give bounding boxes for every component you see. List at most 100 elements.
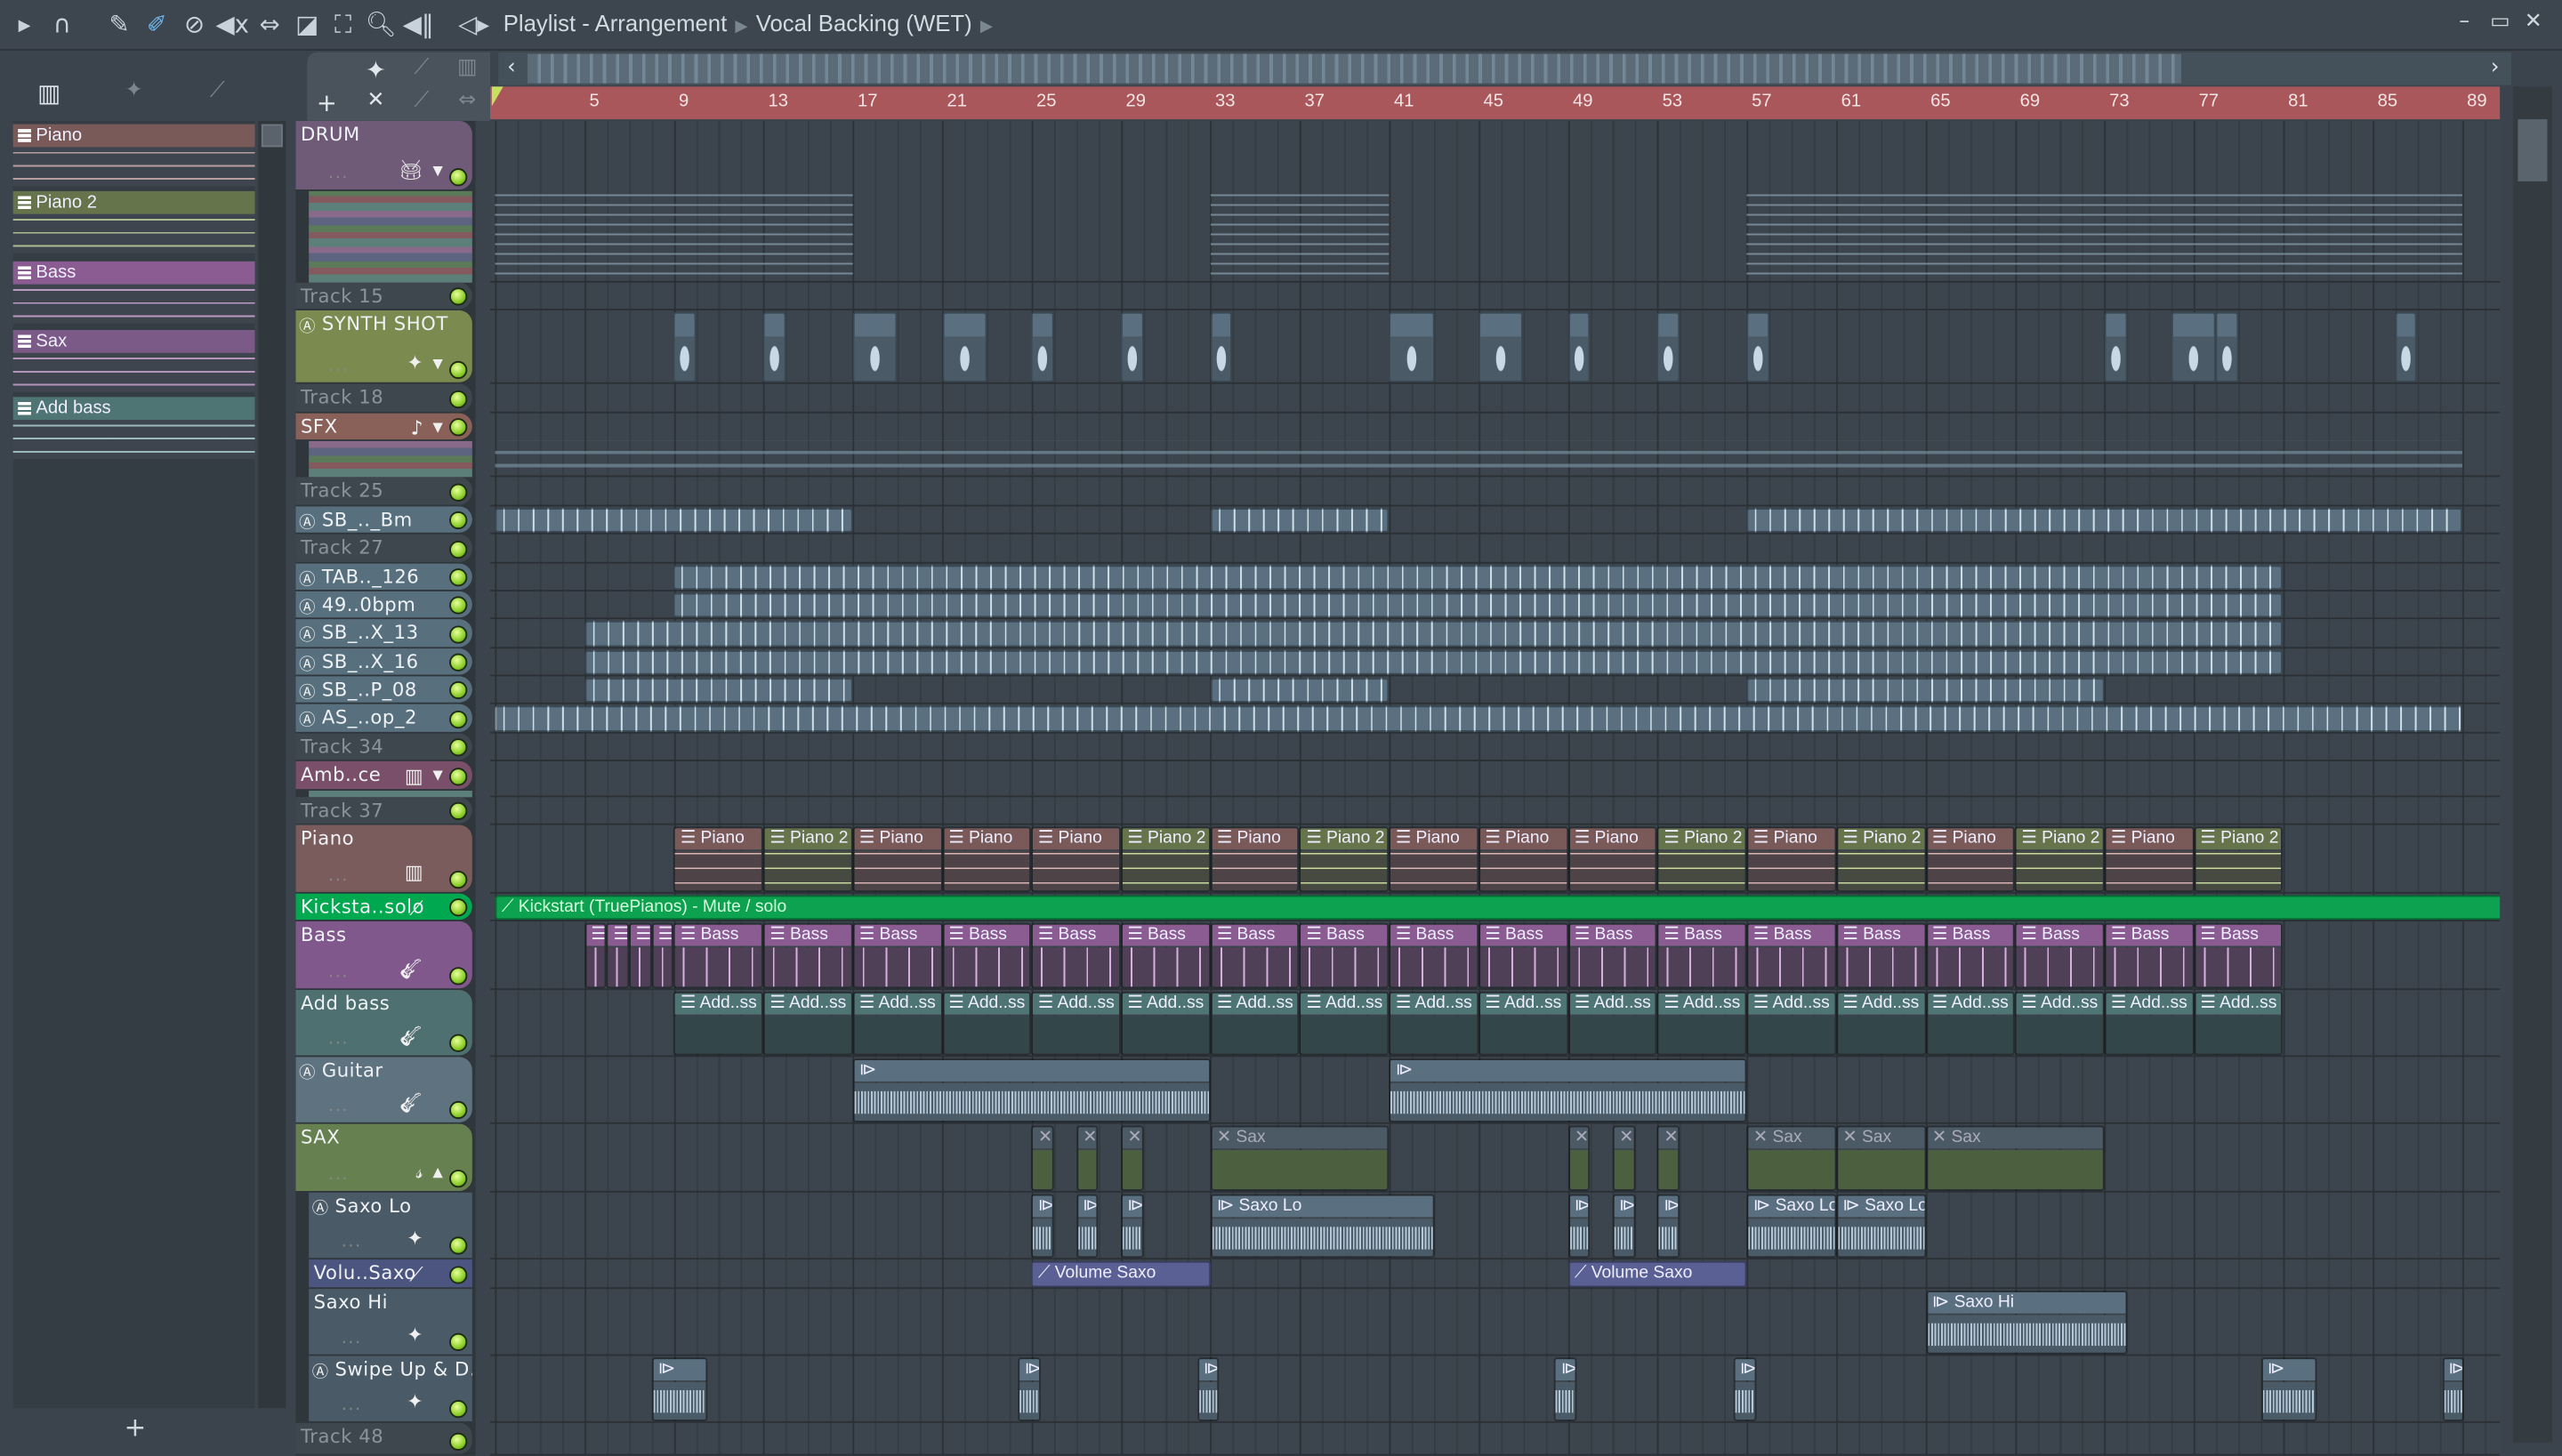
hit-clip[interactable] bbox=[1121, 311, 1144, 382]
minimize-icon[interactable]: – bbox=[2459, 10, 2469, 35]
add-clip[interactable]: ☰ Add..ss bbox=[1389, 991, 1479, 1056]
track-header-track-34[interactable]: Track 34 bbox=[295, 733, 472, 760]
audio-clip[interactable]: ⧐ bbox=[1554, 1357, 1577, 1421]
piano-clip[interactable]: ☰ Piano bbox=[1210, 826, 1301, 892]
track-enable-led[interactable] bbox=[449, 1100, 468, 1120]
audio-clip[interactable]: ⧐ bbox=[852, 1058, 1211, 1122]
audio-clip[interactable]: ⧐ bbox=[651, 1357, 708, 1421]
add-clip[interactable]: ☰ Add..ss bbox=[1478, 991, 1568, 1056]
audio-clip[interactable]: ⧐ bbox=[2441, 1357, 2465, 1421]
hit-clip[interactable] bbox=[1389, 311, 1434, 382]
piano2-clip[interactable]: ☰ Piano 2 bbox=[1836, 826, 1926, 892]
picker-item-sax[interactable]: Sax bbox=[12, 330, 255, 392]
add-clip[interactable]: ☰ Add..ss bbox=[1031, 991, 1122, 1056]
close-icon[interactable]: ✕ bbox=[2525, 10, 2542, 35]
track-header-sb-p-08[interactable]: SB_..P_08 Ⓐ bbox=[295, 676, 472, 703]
track-enable-led[interactable] bbox=[449, 1432, 468, 1451]
slice-tool-icon[interactable]: ◪ bbox=[291, 8, 324, 41]
track-options-dots[interactable]: ... bbox=[342, 1396, 362, 1414]
add-clip[interactable]: ☰ Add..ss bbox=[1746, 991, 1837, 1056]
slip-tool-icon[interactable]: ⇔ bbox=[254, 8, 286, 41]
piano2-clip[interactable]: ☰ Piano 2 bbox=[2194, 826, 2284, 892]
audio-filter-icon[interactable]: ✦ bbox=[117, 78, 150, 103]
bass-clip[interactable]: ☰ Bass bbox=[1478, 922, 1568, 989]
track-enable-led[interactable] bbox=[449, 967, 468, 985]
picker-item-bass[interactable]: Bass bbox=[12, 261, 255, 324]
track-enable-led[interactable] bbox=[449, 653, 468, 672]
track-header-sax[interactable]: SAX 𝓈 ▲... bbox=[295, 1123, 472, 1191]
add-clip[interactable]: ☰ Add..ss bbox=[673, 991, 764, 1056]
collapse-chevron-icon[interactable]: ▼ bbox=[432, 420, 442, 435]
picker-scroll-thumb[interactable] bbox=[261, 124, 283, 148]
audio-clip[interactable]: ⧐ bbox=[1121, 1194, 1144, 1259]
mute-tool-icon[interactable]: ◀x bbox=[215, 8, 249, 41]
track-header-drum[interactable]: DRUM 🥁︎ ▼... bbox=[295, 120, 472, 190]
piano2-clip[interactable]: ☰ Piano 2 bbox=[2015, 826, 2105, 892]
track-header-swipe-up-d-[interactable]: Swipe Up & D.. Ⓐ ✦... bbox=[309, 1355, 472, 1421]
piano2-clip[interactable]: ☰ Piano 2 bbox=[763, 826, 853, 892]
bass-clip[interactable]: ☰ bbox=[584, 922, 608, 989]
track-options-dots[interactable]: ... bbox=[328, 867, 349, 885]
track-header-track-25[interactable]: Track 25 bbox=[295, 477, 472, 505]
track-header-track-37[interactable]: Track 37 bbox=[295, 797, 472, 824]
audio-clip[interactable]: ⧐ bbox=[1389, 1058, 1747, 1122]
audio-clip[interactable]: ⧐ bbox=[2260, 1357, 2317, 1421]
short-clip[interactable] bbox=[1210, 678, 1390, 703]
bass-clip[interactable]: ☰ bbox=[607, 922, 630, 989]
scroll-left-icon[interactable]: ‹ bbox=[498, 55, 524, 80]
sax-clip[interactable]: ✕ Sax bbox=[1210, 1125, 1390, 1191]
track-header-saxo-hi[interactable]: Saxo Hi ✦... bbox=[309, 1289, 472, 1355]
add-track-icon[interactable]: + bbox=[310, 88, 343, 117]
pattern-clip-icon[interactable]: ▥ bbox=[451, 55, 484, 80]
playlist-grid[interactable]: ☰ Piano ☰ Piano 2 ☰ Piano ☰ Piano ☰ Piano ☰ P… bbox=[490, 120, 2501, 1456]
hit-clip[interactable] bbox=[2171, 311, 2217, 382]
add-clip[interactable]: ☰ Add..ss bbox=[1210, 991, 1301, 1056]
hit-clip[interactable] bbox=[2216, 311, 2239, 382]
bass-clip[interactable]: ☰ Bass bbox=[763, 922, 853, 989]
hit-clip[interactable] bbox=[1746, 311, 1769, 382]
hit-clip[interactable] bbox=[2395, 311, 2418, 382]
track-enable-led[interactable] bbox=[449, 568, 468, 587]
add-clip[interactable]: ☰ Add..ss bbox=[1925, 991, 2016, 1056]
piano-clip[interactable]: ☰ Piano bbox=[852, 826, 943, 892]
piano-clip[interactable]: ☰ Piano bbox=[673, 826, 764, 892]
sax-clip[interactable]: ✕ bbox=[1031, 1125, 1054, 1191]
bass-clip[interactable]: ☰ Bass bbox=[1031, 922, 1122, 989]
track-header-sb-bm[interactable]: SB_.._Bm Ⓐ bbox=[295, 506, 472, 533]
bass-clip[interactable]: ☰ bbox=[629, 922, 652, 989]
pencil-tool-icon[interactable]: ✎ bbox=[103, 8, 136, 41]
drum-clip[interactable] bbox=[1746, 190, 2462, 280]
track-header-piano[interactable]: Piano ▥... bbox=[295, 825, 472, 892]
track-header-sfx[interactable]: SFX ♪ ▼ bbox=[295, 413, 472, 440]
magnet-snap-icon[interactable]: ∩ bbox=[45, 8, 78, 41]
collapse-chevron-icon[interactable]: ▼ bbox=[432, 356, 442, 371]
audio-clip[interactable]: ⧐ bbox=[1076, 1194, 1099, 1259]
audio-clip[interactable]: ⧐ bbox=[1733, 1357, 1756, 1421]
audio-clip[interactable]: ⧐ Saxo Hi bbox=[1925, 1290, 2127, 1355]
bass-clip[interactable]: ☰ Bass bbox=[673, 922, 764, 989]
short-clip[interactable] bbox=[1210, 508, 1390, 533]
bass-clip[interactable]: ☰ Bass bbox=[1567, 922, 1658, 989]
audio-clip[interactable]: ⧐ Saxo Lo bbox=[1746, 1194, 1837, 1259]
track-enable-led[interactable] bbox=[449, 710, 468, 729]
link-icon[interactable]: ⟋ bbox=[406, 88, 439, 113]
add-clip[interactable]: ☰ Add..ss bbox=[1121, 991, 1211, 1056]
collapse-chevron-icon[interactable]: ▲ bbox=[432, 1165, 442, 1180]
add-clip[interactable]: ☰ Add..ss bbox=[2015, 991, 2105, 1056]
track-enable-led[interactable] bbox=[449, 801, 468, 821]
piano2-clip[interactable]: ☰ Piano 2 bbox=[1121, 826, 1211, 892]
collapse-chevron-icon[interactable]: ▼ bbox=[432, 164, 442, 179]
playback-tool-icon[interactable]: ◀‖ bbox=[402, 8, 435, 41]
hit-clip[interactable] bbox=[942, 311, 987, 382]
kick-clip[interactable]: ⟋ Kickstart (TruePianos) - Mute / solo bbox=[495, 895, 2501, 921]
hit-clip[interactable] bbox=[1210, 311, 1233, 382]
track-options-dots[interactable]: ... bbox=[328, 964, 349, 982]
bass-clip[interactable]: ☰ Bass bbox=[1925, 922, 2016, 989]
track-header-volu-saxo[interactable]: Volu..Saxo ⟋ bbox=[309, 1259, 472, 1288]
track-options-dots[interactable]: ... bbox=[342, 1234, 362, 1251]
track-header-tab-126[interactable]: TAB.._126 Ⓐ bbox=[295, 563, 472, 591]
sax-clip[interactable]: ✕ Sax bbox=[1836, 1125, 1926, 1191]
collapse-chevron-icon[interactable]: ▼ bbox=[432, 768, 442, 783]
track-header-track-48[interactable]: Track 48 bbox=[295, 1422, 472, 1454]
drum-clip[interactable] bbox=[495, 190, 853, 280]
